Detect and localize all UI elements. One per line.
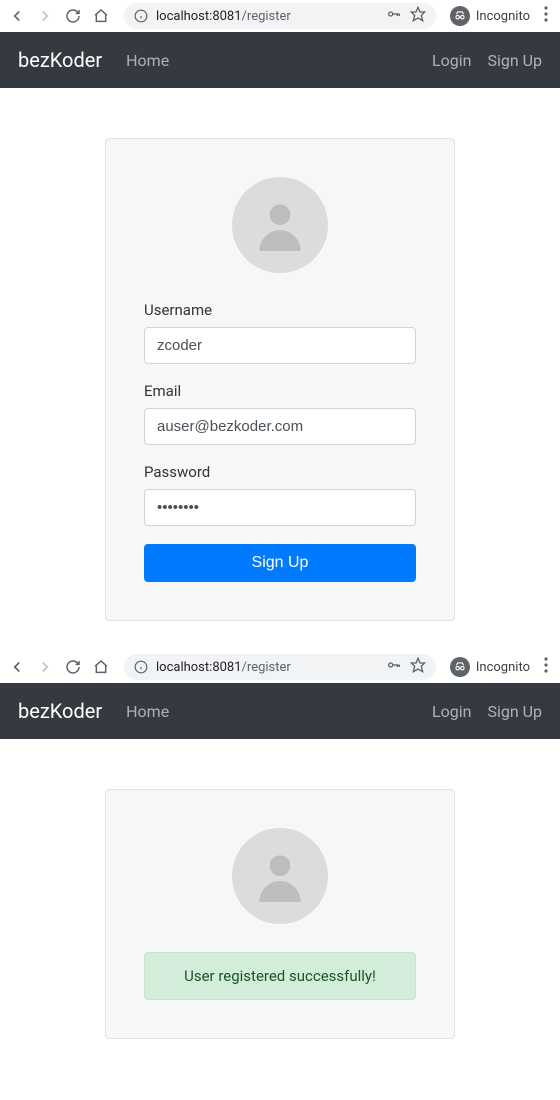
back-button[interactable]: [8, 658, 26, 676]
bookmark-star-icon[interactable]: [410, 6, 426, 26]
key-icon[interactable]: [386, 657, 402, 677]
avatar-placeholder: [232, 177, 328, 273]
key-icon[interactable]: [386, 6, 402, 26]
reload-button[interactable]: [64, 7, 82, 25]
person-icon: [249, 194, 311, 256]
forward-button[interactable]: [36, 7, 54, 25]
browser-toolbar: localhost:8081/register Incognito: [0, 651, 560, 683]
nav-login[interactable]: Login: [432, 702, 471, 721]
nav-signup[interactable]: Sign Up: [487, 702, 542, 721]
username-label: Username: [144, 301, 416, 319]
app-navbar: bezKoder Home Login Sign Up: [0, 32, 560, 88]
incognito-label: Incognito: [476, 660, 530, 675]
password-label: Password: [144, 463, 416, 481]
password-input[interactable]: [144, 489, 416, 526]
brand-logo[interactable]: bezKoder: [18, 48, 102, 72]
email-label: Email: [144, 382, 416, 400]
person-icon: [249, 845, 311, 907]
success-card: User registered successfully!: [105, 789, 455, 1039]
incognito-indicator[interactable]: Incognito: [450, 657, 530, 677]
nav-login[interactable]: Login: [432, 51, 471, 70]
register-card: Username Email Password Sign Up: [105, 138, 455, 621]
browser-toolbar: localhost:8081/register Incognito: [0, 0, 560, 32]
nav-signup[interactable]: Sign Up: [487, 51, 542, 70]
incognito-icon: [450, 657, 470, 677]
home-icon[interactable]: [92, 658, 110, 676]
nav-home[interactable]: Home: [126, 51, 169, 70]
page-content: User registered successfully!: [0, 739, 560, 1059]
more-menu-icon[interactable]: [540, 657, 552, 677]
incognito-indicator[interactable]: Incognito: [450, 6, 530, 26]
info-icon: [134, 660, 148, 674]
address-bar[interactable]: localhost:8081/register: [124, 3, 436, 29]
incognito-icon: [450, 6, 470, 26]
home-icon[interactable]: [92, 7, 110, 25]
brand-logo[interactable]: bezKoder: [18, 699, 102, 723]
more-menu-icon[interactable]: [540, 6, 552, 26]
avatar-placeholder: [232, 828, 328, 924]
username-input[interactable]: [144, 327, 416, 364]
nav-home[interactable]: Home: [126, 702, 169, 721]
address-bar[interactable]: localhost:8081/register: [124, 654, 436, 680]
url-text: localhost:8081/register: [156, 9, 378, 24]
back-button[interactable]: [8, 7, 26, 25]
app-navbar: bezKoder Home Login Sign Up: [0, 683, 560, 739]
forward-button[interactable]: [36, 658, 54, 676]
url-text: localhost:8081/register: [156, 660, 378, 675]
bookmark-star-icon[interactable]: [410, 657, 426, 677]
reload-button[interactable]: [64, 658, 82, 676]
incognito-label: Incognito: [476, 9, 530, 24]
signup-button[interactable]: Sign Up: [144, 544, 416, 582]
page-content: Username Email Password Sign Up: [0, 88, 560, 641]
success-alert: User registered successfully!: [144, 952, 416, 1000]
info-icon: [134, 9, 148, 23]
email-input[interactable]: [144, 408, 416, 445]
